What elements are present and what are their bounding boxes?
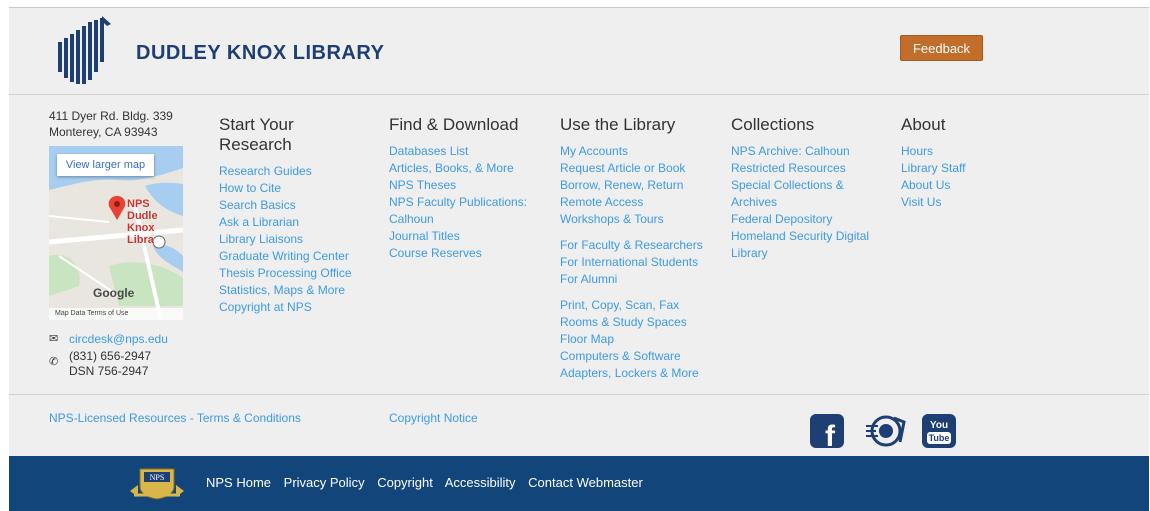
column-title: Find & Download xyxy=(389,115,519,134)
footer-link[interactable]: Print, Copy, Scan, Fax xyxy=(560,297,725,314)
email-link[interactable]: circdesk@nps.edu xyxy=(65,332,168,347)
footer-link[interactable]: Archives xyxy=(731,194,896,211)
footer-link[interactable]: NPS Archive: Calhoun xyxy=(731,143,896,160)
copyright-link[interactable]: Copyright xyxy=(377,475,433,490)
column-title: Collections xyxy=(731,115,815,134)
footer-link[interactable]: Special Collections & xyxy=(731,177,896,194)
footer-link[interactable]: Copyright at NPS xyxy=(219,299,384,316)
column-title: Use the Library xyxy=(560,115,676,134)
footer-link[interactable]: Graduate Writing Center xyxy=(219,248,384,265)
column-find-and-download: Find & Download Databases List Articles, B… xyxy=(389,115,554,262)
youtube-icon[interactable]: You Tube xyxy=(921,414,957,448)
footer-link[interactable]: For International Students xyxy=(560,254,725,271)
embedded-map[interactable]: View larger map NPS Dudle Knox Libra Goo… xyxy=(49,146,183,320)
footer-link[interactable]: Library Staff xyxy=(901,160,1066,177)
phone-number: (831) 656-2947 xyxy=(69,349,152,363)
footer-link[interactable]: For Alumni xyxy=(560,271,725,288)
footer-link[interactable]: Federal Depository xyxy=(731,211,896,228)
youtube-glyph-tube: Tube xyxy=(929,433,950,443)
footer-link[interactable]: Databases List xyxy=(389,143,554,160)
column-link-list: My Accounts Request Article or Book Borrow… xyxy=(560,143,725,382)
nps-logo-icon[interactable] xyxy=(864,414,908,448)
library-name[interactable]: DUDLEY KNOX LIBRARY xyxy=(136,42,384,65)
divider xyxy=(9,394,1149,395)
footer-link[interactable]: Restricted Resources xyxy=(731,160,896,177)
phone-icon: ✆ xyxy=(49,356,59,368)
address-line-1: 411 Dyer Rd. Bldg. 339 xyxy=(49,109,173,123)
footer-link[interactable]: NPS Theses xyxy=(389,177,554,194)
library-address: 411 Dyer Rd. Bldg. 339 Monterey, CA 9394… xyxy=(49,108,173,140)
column-link-list: Databases List Articles, Books, & More NPS… xyxy=(389,143,554,262)
footer-link[interactable]: About Us xyxy=(901,177,1066,194)
library-logo-icon[interactable] xyxy=(56,14,112,88)
copyright-notice-link[interactable]: Copyright Notice xyxy=(389,411,478,425)
column-link-list: Hours Library Staff About Us Visit Us xyxy=(901,143,1066,211)
google-logo: Google xyxy=(93,286,135,300)
footer-link[interactable]: Ask a Librarian xyxy=(219,214,384,231)
footer-link[interactable]: Adapters, Lockers & More xyxy=(560,365,725,382)
footer-link[interactable]: Homeland Security Digital xyxy=(731,228,896,245)
footer-link[interactable]: Calhoun xyxy=(389,211,554,228)
footer-link[interactable]: For Faculty & Researchers xyxy=(560,237,725,254)
dsn-number: DSN 756-2947 xyxy=(69,364,149,378)
footer-link[interactable]: Search Basics xyxy=(219,197,384,214)
map-pin-label-line-2: Knox Libra xyxy=(127,222,155,246)
envelope-icon: ✉ xyxy=(49,333,59,345)
library-footer: DUDLEY KNOX LIBRARY Feedback 411 Dyer Rd… xyxy=(9,7,1149,511)
view-larger-map-link[interactable]: View larger map xyxy=(57,154,154,176)
column-title: Start Your Research xyxy=(219,115,294,154)
footer-link[interactable]: Hours xyxy=(901,143,1066,160)
column-collections: Collections NPS Archive: Calhoun Restricte… xyxy=(731,115,896,262)
nps-home-link[interactable]: NPS Home xyxy=(206,475,271,490)
licensed-resources-link[interactable]: NPS-Licensed Resources - Terms & Conditi… xyxy=(49,411,301,425)
column-title: About xyxy=(901,115,946,134)
footer-link[interactable]: Library xyxy=(731,245,896,262)
footer-link[interactable]: Course Reserves xyxy=(389,245,554,262)
footer-link[interactable]: Remote Access xyxy=(560,194,725,211)
nps-seal-text: NPS xyxy=(150,473,165,482)
nps-footer-bar: NPS NPS Home Privacy Policy Copyright Ac… xyxy=(9,456,1149,511)
footer-link[interactable]: Research Guides xyxy=(219,163,384,180)
column-use-the-library: Use the Library My Accounts Request Articl… xyxy=(560,115,725,382)
footer-link[interactable]: Thesis Processing Office xyxy=(219,265,384,282)
footer-link[interactable]: Visit Us xyxy=(901,194,1066,211)
map-footer[interactable]: Map Data Terms of Use xyxy=(49,308,183,320)
footer-header: DUDLEY KNOX LIBRARY Feedback xyxy=(9,8,1149,95)
map-pin-label-line-1: NPS Dudle xyxy=(127,198,158,222)
facebook-icon[interactable]: f xyxy=(809,414,845,448)
footer-link[interactable]: NPS Faculty Publications: xyxy=(389,194,554,211)
footer-link[interactable]: Borrow, Renew, Return xyxy=(560,177,725,194)
phone-block: (831) 656-2947 DSN 756-2947 xyxy=(65,349,151,379)
footer-link[interactable]: Journal Titles xyxy=(389,228,554,245)
footer-link[interactable]: Library Liaisons xyxy=(219,231,384,248)
footer-link[interactable]: Floor Map xyxy=(560,331,725,348)
footer-link[interactable]: Computers & Software xyxy=(560,348,725,365)
column-link-list: Research Guides How to Cite Search Basics A… xyxy=(219,163,384,316)
nps-links: NPS Home Privacy Policy Copyright Access… xyxy=(206,475,652,490)
address-line-2: Monterey, CA 93943 xyxy=(49,125,158,139)
footer-link[interactable]: Articles, Books, & More xyxy=(389,160,554,177)
footer-link[interactable]: Request Article or Book xyxy=(560,160,725,177)
footer-link[interactable]: My Accounts xyxy=(560,143,725,160)
column-start-your-research: Start Your Research Research Guides How to… xyxy=(219,115,384,316)
footer-link[interactable]: Statistics, Maps & More xyxy=(219,282,384,299)
email-row: ✉ circdesk@nps.edu xyxy=(49,332,168,347)
contact-webmaster-link[interactable]: Contact Webmaster xyxy=(528,475,643,490)
accessibility-link[interactable]: Accessibility xyxy=(445,475,516,490)
column-about: About Hours Library Staff About Us Visit Us xyxy=(901,115,1066,211)
footer-link[interactable]: Workshops & Tours xyxy=(560,211,725,228)
privacy-policy-link[interactable]: Privacy Policy xyxy=(284,475,365,490)
footer-link[interactable]: How to Cite xyxy=(219,180,384,197)
footer-link[interactable]: Rooms & Study Spaces xyxy=(560,314,725,331)
feedback-button[interactable]: Feedback xyxy=(900,35,983,61)
youtube-glyph: You xyxy=(930,420,948,431)
column-link-list: NPS Archive: Calhoun Restricted Resources… xyxy=(731,143,896,262)
facebook-glyph: f xyxy=(825,420,836,448)
map-pin-label: NPS Dudle Knox Libra xyxy=(127,198,183,246)
nps-seal-icon[interactable]: NPS xyxy=(126,465,188,501)
phone-row: ✆ (831) 656-2947 DSN 756-2947 xyxy=(49,349,151,379)
